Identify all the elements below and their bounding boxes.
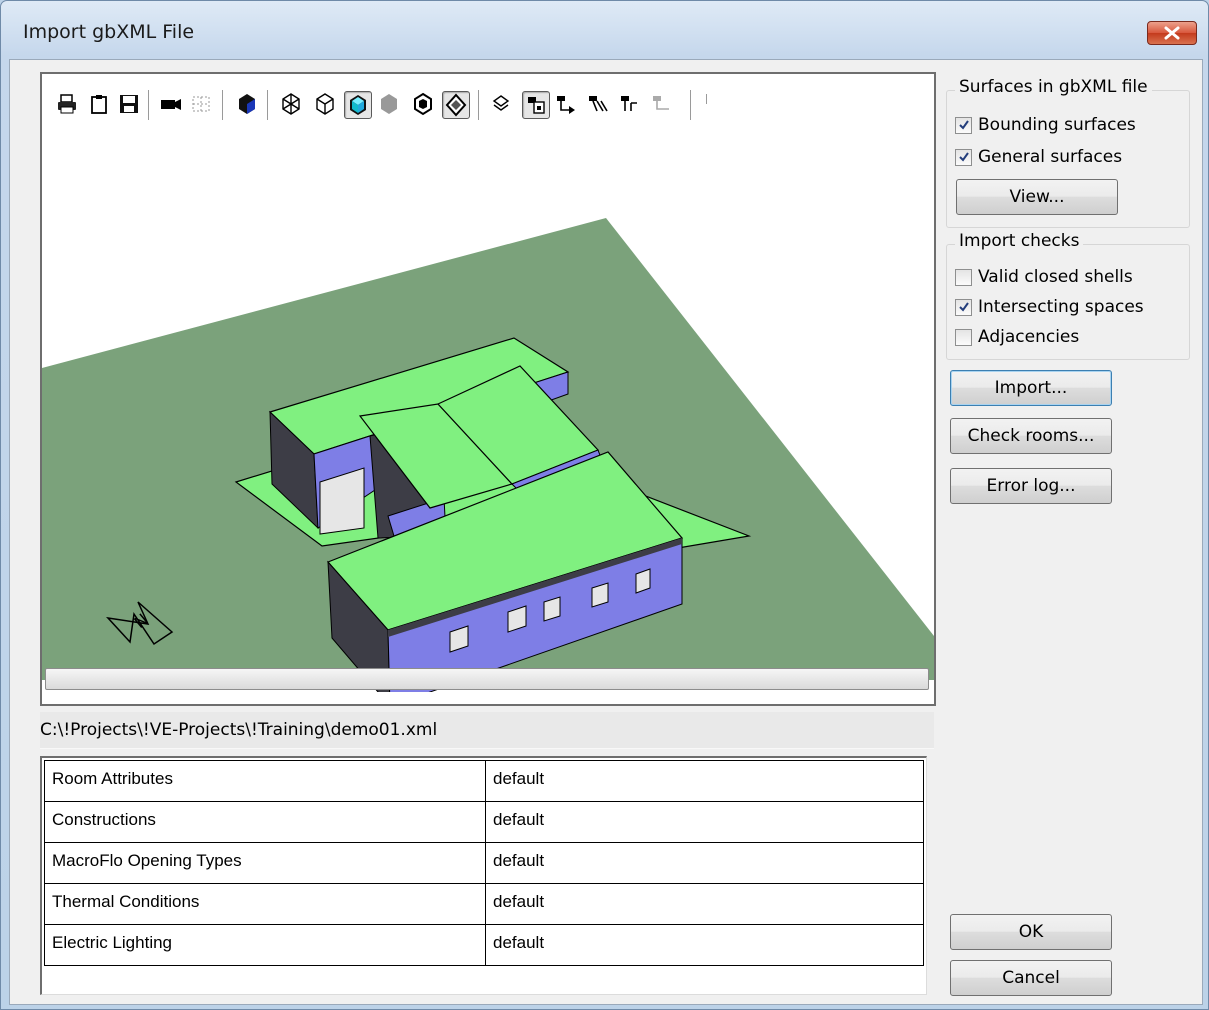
intersecting-spaces-label: Intersecting spaces xyxy=(978,297,1144,317)
import-checks-group: Import checks Valid closed shells Inters… xyxy=(946,231,1190,360)
table-row[interactable]: Constructions default xyxy=(44,801,924,843)
viewer-toolbar xyxy=(42,74,934,132)
checkbox-box[interactable] xyxy=(955,148,972,166)
save-icon[interactable] xyxy=(116,91,142,117)
shaded-icon[interactable] xyxy=(344,91,372,119)
checkbox-box[interactable] xyxy=(955,298,972,316)
select-all-icon[interactable] xyxy=(522,91,550,119)
camera-icon[interactable] xyxy=(158,91,184,117)
close-icon xyxy=(1164,26,1180,40)
view-button[interactable]: View... xyxy=(956,179,1118,215)
checkbox-box[interactable] xyxy=(955,328,972,346)
attribute-value[interactable]: default xyxy=(485,883,924,925)
viewer-horizontal-scrollbar[interactable] xyxy=(45,668,929,690)
surface-icon[interactable] xyxy=(376,91,402,117)
attribute-name: Room Attributes xyxy=(44,760,486,802)
error-log-button[interactable]: Error log... xyxy=(950,468,1112,504)
table-row[interactable]: Room Attributes default xyxy=(44,760,924,802)
intersecting-spaces-checkbox[interactable]: Intersecting spaces xyxy=(955,295,1144,319)
general-surfaces-label: General surfaces xyxy=(978,147,1123,167)
table-row[interactable]: Electric Lighting default xyxy=(44,924,924,966)
checkbox-box[interactable] xyxy=(955,268,972,286)
table-row[interactable]: MacroFlo Opening Types default xyxy=(44,842,924,884)
wireframe-icon[interactable] xyxy=(278,91,304,117)
hidden-line-icon[interactable] xyxy=(312,91,338,117)
solid-view-icon[interactable] xyxy=(234,91,260,117)
attribute-value[interactable]: default xyxy=(485,924,924,966)
printer-icon[interactable] xyxy=(54,91,80,117)
ok-button[interactable]: OK xyxy=(950,914,1112,950)
import-checks-group-title: Import checks xyxy=(955,231,1084,251)
model-3d-view[interactable]: N xyxy=(42,132,934,692)
attribute-value[interactable]: default xyxy=(485,801,924,843)
title-bar[interactable]: Import gbXML File xyxy=(1,1,1208,59)
check-rooms-button[interactable]: Check rooms... xyxy=(950,418,1112,454)
adjacencies-checkbox[interactable]: Adjacencies xyxy=(955,325,1079,349)
window-title: Import gbXML File xyxy=(23,21,195,43)
select-next-icon[interactable] xyxy=(554,91,580,117)
table-row[interactable]: Thermal Conditions default xyxy=(44,883,924,925)
select-group-icon[interactable] xyxy=(618,91,644,117)
attribute-name: Thermal Conditions xyxy=(44,883,486,925)
check-icon xyxy=(958,302,969,312)
import-button[interactable]: Import... xyxy=(950,370,1112,406)
dialog-client-area: N C:\!Projects\!VE-Projects\!Training\de… xyxy=(9,59,1203,1005)
surfaces-group-title: Surfaces in gbXML file xyxy=(955,77,1152,97)
check-icon xyxy=(958,152,969,162)
layers-icon[interactable] xyxy=(488,91,514,117)
attribute-name: MacroFlo Opening Types xyxy=(44,842,486,884)
general-surfaces-checkbox[interactable]: General surfaces xyxy=(955,145,1122,169)
attribute-value[interactable]: default xyxy=(485,842,924,884)
attribute-name: Electric Lighting xyxy=(44,924,486,966)
highlight-icon[interactable] xyxy=(442,91,470,119)
bounding-surfaces-checkbox[interactable]: Bounding surfaces xyxy=(955,113,1136,137)
attribute-name: Constructions xyxy=(44,801,486,843)
checkbox-box[interactable] xyxy=(955,116,972,134)
file-path-field: C:\!Projects\!VE-Projects\!Training\demo… xyxy=(40,712,934,749)
attributes-table: Room Attributes default Constructions de… xyxy=(40,756,927,995)
bounding-surfaces-label: Bounding surfaces xyxy=(978,115,1136,135)
check-icon xyxy=(958,120,969,130)
select-prev-icon[interactable] xyxy=(586,91,612,117)
dialog-window: Import gbXML File N C:\!Projects\!VE-Pro… xyxy=(0,0,1209,1010)
transparent-icon[interactable] xyxy=(410,91,436,117)
clipboard-icon[interactable] xyxy=(86,91,112,117)
attribute-value[interactable]: default xyxy=(485,760,924,802)
deselect-icon[interactable] xyxy=(650,91,676,117)
grid-icon[interactable] xyxy=(188,91,214,117)
valid-closed-shells-checkbox[interactable]: Valid closed shells xyxy=(955,265,1133,289)
model-viewer[interactable]: N xyxy=(40,72,936,706)
surfaces-group: Surfaces in gbXML file Bounding surfaces… xyxy=(946,77,1190,228)
valid-closed-shells-label: Valid closed shells xyxy=(978,267,1133,287)
adjacencies-label: Adjacencies xyxy=(978,327,1080,347)
cancel-button[interactable]: Cancel xyxy=(950,960,1112,996)
close-button[interactable] xyxy=(1147,21,1197,45)
